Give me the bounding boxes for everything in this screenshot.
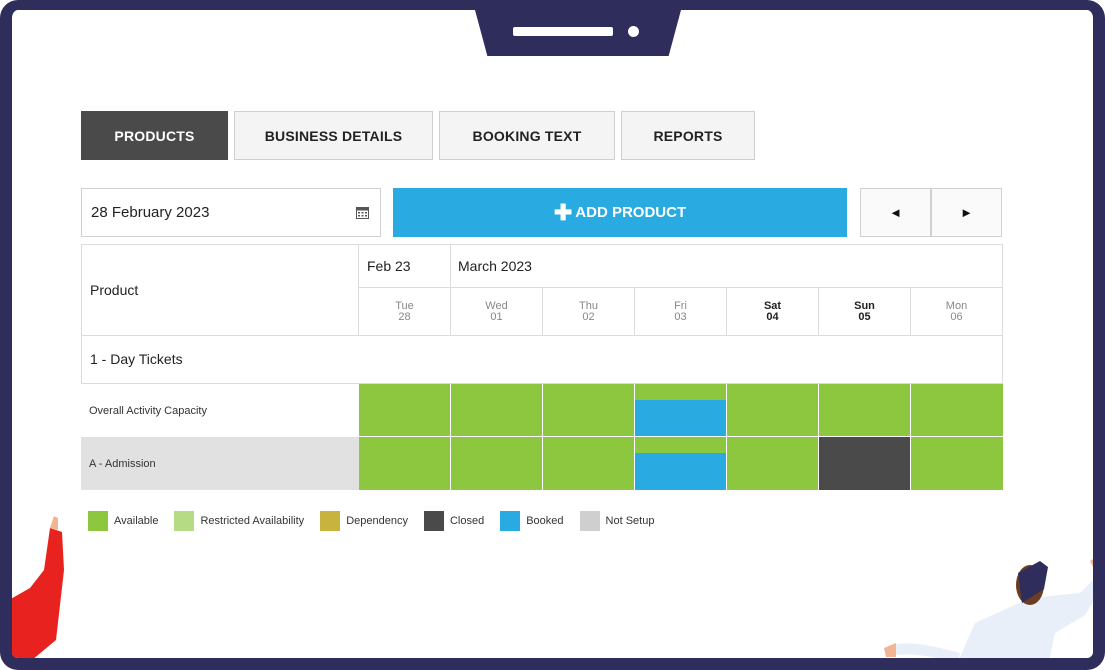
day-header-wed: Wed 01 (450, 287, 543, 336)
month-mar-label: March 2023 (458, 258, 532, 274)
row-label-text: A - Admission (89, 457, 156, 470)
date-field[interactable]: 28 February 2023 (81, 188, 381, 237)
person-left-illustration (12, 516, 64, 658)
day-header-thu: Thu 02 (542, 287, 635, 336)
legend-swatch (423, 511, 444, 531)
device-notch (475, 10, 681, 56)
day-header-sun: Sun 05 (818, 287, 911, 336)
day-number: 06 (950, 311, 963, 323)
legend-label: Available (114, 515, 159, 527)
legend-closed: Closed (423, 511, 485, 531)
legend: Available Restricted Availability Depend… (88, 511, 670, 531)
legend-swatch (320, 511, 341, 531)
legend-label: Dependency (346, 515, 408, 527)
device-frame: PRODUCTS BUSINESS DETAILS BOOKING TEXT R… (0, 0, 1105, 670)
day-number: 04 (766, 311, 779, 323)
day-header-fri: Fri 03 (634, 287, 727, 336)
day-header-sat: Sat 04 (726, 287, 819, 336)
legend-swatch (579, 511, 600, 531)
day-header-tue: Tue 28 (358, 287, 451, 336)
product-column-header: Product (81, 244, 359, 336)
grid-divider (634, 384, 635, 490)
arrow-right-icon: ► (960, 205, 973, 220)
grid-row-divider (359, 436, 1003, 437)
day-number: 01 (490, 311, 503, 323)
row-label-admission[interactable]: A - Admission (81, 437, 359, 490)
grid-divider (910, 384, 911, 490)
date-value: 28 February 2023 (91, 204, 210, 221)
legend-swatch (174, 511, 195, 531)
booked-cell-fri-admission[interactable] (634, 453, 726, 490)
add-product-label: ADD PRODUCT (575, 204, 687, 221)
tab-bar: PRODUCTS BUSINESS DETAILS BOOKING TEXT R… (81, 111, 761, 160)
calendar-icon[interactable] (356, 206, 369, 219)
tab-booking-text[interactable]: BOOKING TEXT (439, 111, 615, 160)
month-header-mar: March 2023 (450, 244, 1003, 288)
product-group-label: 1 - Day Tickets (90, 351, 183, 367)
tab-reports[interactable]: REPORTS (621, 111, 755, 160)
grid-divider (818, 384, 819, 490)
day-number: 05 (858, 311, 871, 323)
booked-cell-fri-overall[interactable] (634, 400, 726, 437)
legend-not-setup: Not Setup (579, 511, 655, 531)
month-header-feb: Feb 23 (358, 244, 451, 288)
legend-label: Not Setup (605, 515, 655, 527)
legend-available: Available (88, 511, 158, 531)
product-group-row: 1 - Day Tickets (81, 335, 1003, 384)
tab-business-details[interactable]: BUSINESS DETAILS (234, 111, 433, 160)
row-label-text: Overall Activity Capacity (89, 404, 207, 417)
month-feb-label: Feb 23 (367, 258, 411, 274)
day-number: 28 (398, 311, 411, 323)
day-header-mon: Mon 06 (910, 287, 1003, 336)
grid-divider (542, 384, 543, 490)
product-header-label: Product (90, 282, 139, 298)
day-number: 02 (582, 311, 595, 323)
grid-divider (450, 384, 451, 490)
legend-swatch (88, 511, 108, 531)
prev-button[interactable]: ◄ (860, 188, 931, 237)
legend-booked: Booked (500, 511, 564, 531)
plus-icon: ✚ (553, 199, 573, 225)
legend-label: Closed (449, 515, 485, 527)
legend-restricted: Restricted Availability (174, 511, 304, 531)
person-right-illustration (884, 559, 1093, 658)
closed-cell-sun-admission[interactable] (818, 437, 910, 490)
arrow-left-icon: ◄ (889, 205, 902, 220)
grid-divider (726, 384, 727, 490)
notch-camera (628, 26, 639, 37)
row-label-overall-capacity[interactable]: Overall Activity Capacity (81, 384, 359, 437)
legend-label: Booked (526, 515, 564, 527)
legend-dependency: Dependency (320, 511, 408, 531)
tab-products[interactable]: PRODUCTS (81, 111, 228, 160)
next-button[interactable]: ► (931, 188, 1002, 237)
notch-speaker (513, 27, 613, 36)
add-product-button[interactable]: ✚ ADD PRODUCT (393, 188, 847, 237)
legend-swatch (500, 511, 521, 531)
legend-label: Restricted Availability (200, 515, 305, 527)
day-number: 03 (674, 311, 687, 323)
